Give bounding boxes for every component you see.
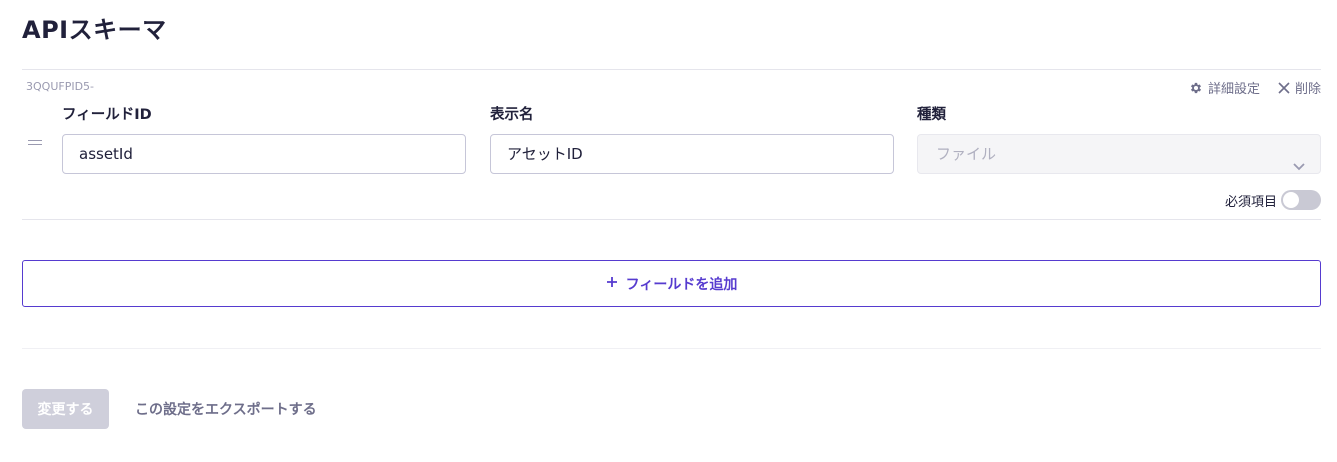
type-column-label: 種類 [917, 107, 946, 123]
field-key-label: 3QQUFPID5- [26, 80, 95, 93]
delete-field-button[interactable]: 削除 [1278, 78, 1321, 97]
advanced-settings-label: 詳細設定 [1207, 82, 1260, 97]
plus-icon [606, 276, 618, 292]
add-field-label: フィールドを追加 [625, 276, 738, 293]
section-divider-top [22, 69, 1321, 70]
add-field-button[interactable]: フィールドを追加 [22, 260, 1321, 307]
display-name-column-label: 表示名 [490, 107, 534, 123]
close-icon [1278, 81, 1290, 94]
display-name-input[interactable]: アセットID [490, 134, 894, 174]
page-title: APIスキーマ [22, 16, 167, 44]
type-select[interactable]: ファイル [917, 134, 1321, 174]
section-divider-middle [22, 219, 1321, 220]
gear-icon [1189, 81, 1203, 95]
toggle-knob [1283, 192, 1299, 208]
type-select-value: ファイル [936, 145, 997, 163]
delete-label: 削除 [1294, 82, 1321, 97]
field-row-actions: 詳細設定 削除 [1189, 78, 1321, 97]
required-toggle[interactable] [1281, 190, 1321, 210]
required-setting: 必須項目 [1225, 190, 1321, 210]
chevron-down-icon [1292, 148, 1306, 186]
advanced-settings-button[interactable]: 詳細設定 [1189, 78, 1260, 97]
field-id-column-label: フィールドID [62, 107, 152, 123]
section-divider-bottom [22, 348, 1321, 349]
export-settings-link[interactable]: この設定をエクスポートする [135, 399, 317, 419]
required-label: 必須項目 [1224, 194, 1277, 210]
drag-handle-icon[interactable] [28, 140, 42, 150]
field-id-input[interactable]: assetId [62, 134, 466, 174]
submit-changes-button[interactable]: 変更する [22, 389, 109, 429]
